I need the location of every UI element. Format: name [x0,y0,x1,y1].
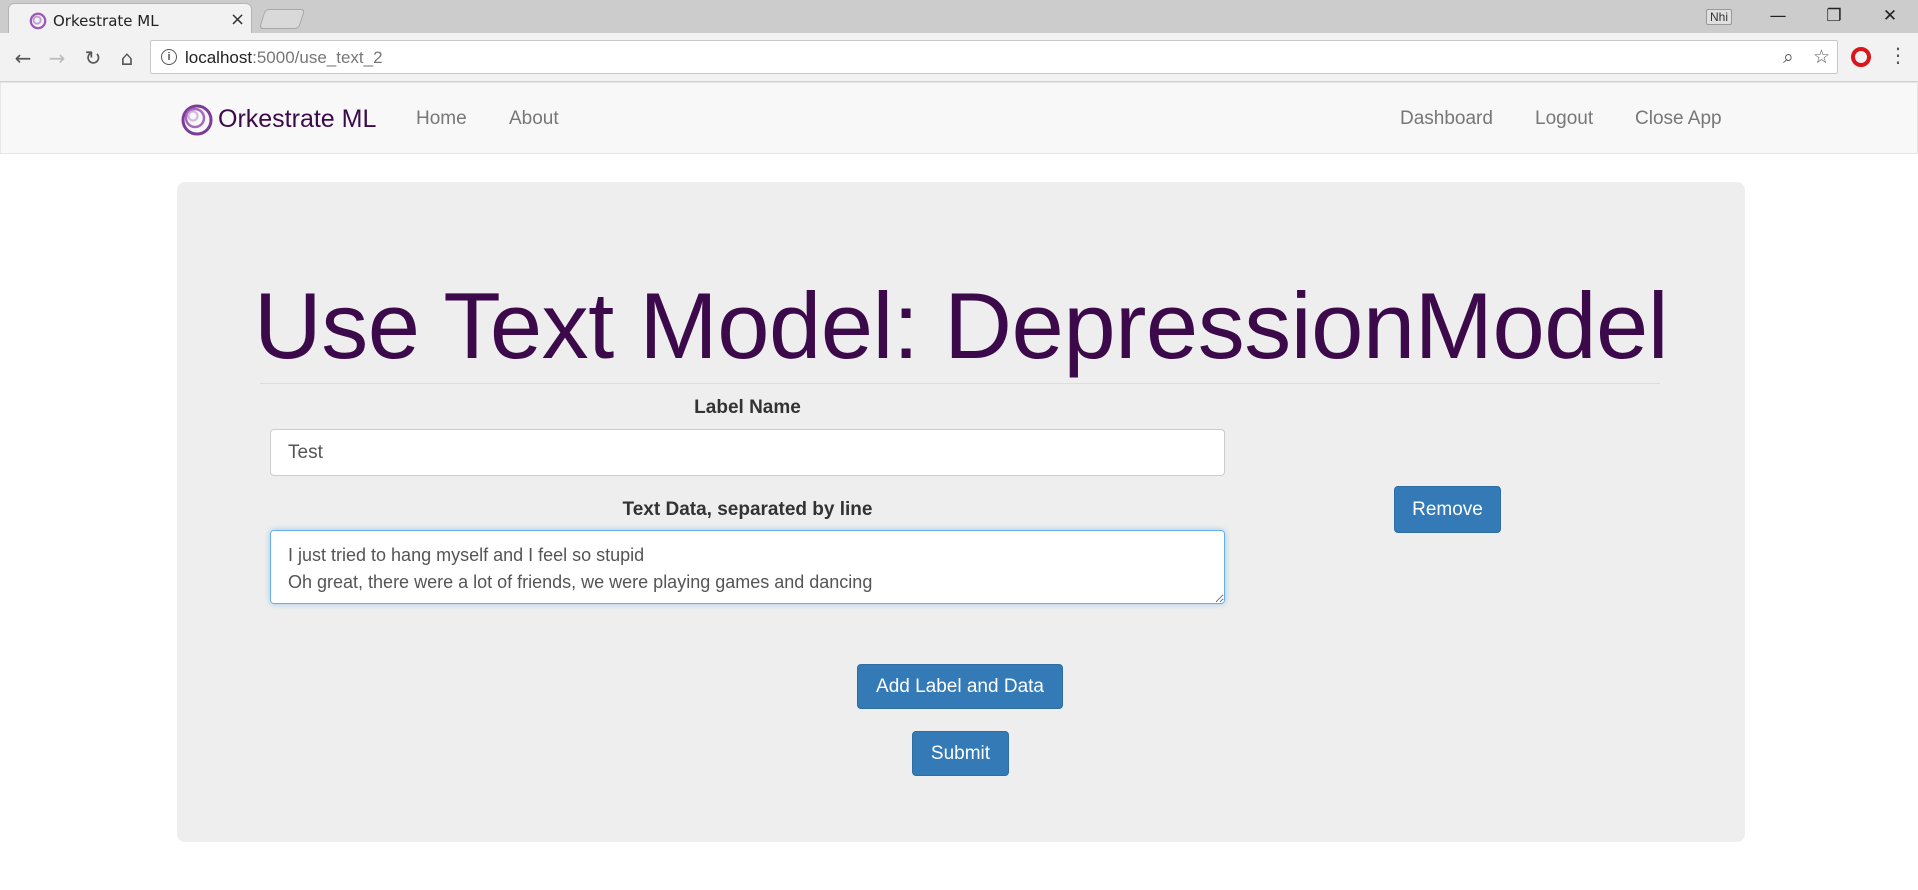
browser-tab-strip: Orkestrate ML × Nhi — ❐ ✕ [0,0,1918,34]
zoom-icon[interactable]: ⌕ [1783,46,1794,68]
browser-menu-icon[interactable]: ⋮ [1888,43,1908,67]
url-host: localhost [185,48,253,67]
address-bar[interactable]: i localhost:5000/use_text_2 ⌕ ☆ [150,40,1838,74]
text-data-label: Text Data, separated by line [622,499,873,520]
new-tab-button[interactable] [258,9,306,29]
forward-arrow-icon[interactable]: → [44,45,70,71]
minimize-icon[interactable]: — [1758,2,1798,30]
restore-icon[interactable]: ❐ [1814,2,1854,30]
nav-close-app-link[interactable]: Close App [1635,108,1722,130]
url-path: :5000/use_text_2 [252,48,383,67]
window-close-icon[interactable]: ✕ [1870,2,1910,30]
main-panel: Use Text Model: DepressionModel Label Na… [177,182,1745,842]
submit-button[interactable]: Submit [912,731,1009,776]
reload-icon[interactable]: ↻ [80,45,106,71]
remove-button[interactable]: Remove [1394,486,1501,533]
browser-tab[interactable]: Orkestrate ML × [8,3,252,34]
orkestrate-logo-icon[interactable] [178,101,214,137]
nav-logout-link[interactable]: Logout [1535,108,1593,130]
site-info-icon[interactable]: i [161,49,177,65]
home-icon[interactable]: ⌂ [114,45,140,71]
url-text: localhost:5000/use_text_2 [185,48,383,68]
back-arrow-icon[interactable]: ← [10,45,36,71]
label-name-label: Label Name [694,397,801,418]
bookmark-star-icon[interactable]: ☆ [1813,46,1830,68]
nav-about-link[interactable]: About [509,108,559,130]
browser-toolbar: ← → ↻ ⌂ i localhost:5000/use_text_2 ⌕ ☆ … [0,33,1918,82]
site-navbar: Orkestrate ML Home About Dashboard Logou… [0,82,1918,154]
title-divider [260,383,1660,384]
brand-name[interactable]: Orkestrate ML [218,105,376,134]
page-title: Use Text Model: DepressionModel [253,273,1669,378]
tab-close-icon[interactable]: × [230,9,245,30]
text-data-textarea[interactable]: I just tried to hang myself and I feel s… [270,530,1225,604]
nav-home-link[interactable]: Home [416,108,467,130]
tab-title: Orkestrate ML [53,12,159,30]
orkestrate-favicon-icon [29,12,47,30]
profile-badge[interactable]: Nhi [1706,9,1733,25]
label-name-input[interactable] [270,429,1225,476]
opera-extension-icon[interactable] [1851,47,1871,67]
nav-dashboard-link[interactable]: Dashboard [1400,108,1493,130]
add-label-and-data-button[interactable]: Add Label and Data [857,664,1063,709]
